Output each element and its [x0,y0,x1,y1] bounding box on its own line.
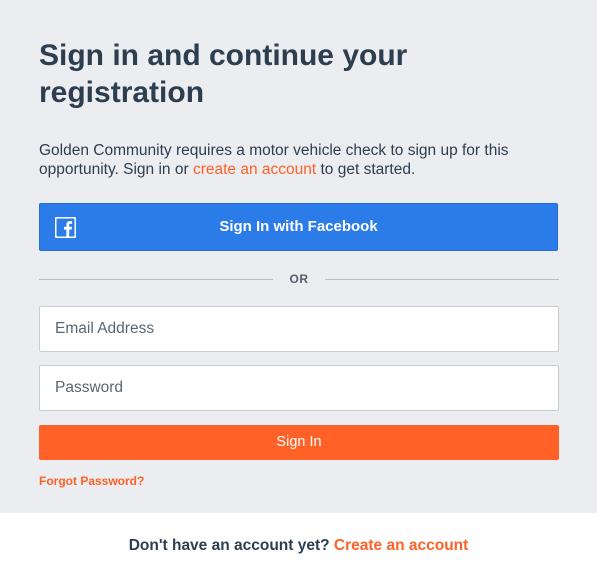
facebook-sign-in-button[interactable]: Sign In with Facebook [39,203,558,251]
sign-in-panel: Sign in and continue your registration G… [0,0,597,513]
page-title: Sign in and continue your registration [39,39,408,109]
create-account-inline-link[interactable]: create an account [193,161,316,178]
divider-line-right [325,279,559,280]
forgot-password-link[interactable]: Forgot Password? [39,474,144,488]
email-field[interactable] [39,306,559,352]
sign-in-button[interactable]: Sign In [39,425,559,460]
intro-text-after: to get started. [316,161,416,178]
password-field[interactable] [39,365,559,411]
footer-text: Don't have an account yet? Create an acc… [0,537,597,555]
facebook-button-label: Sign In with Facebook [219,218,378,235]
or-divider: OR [289,272,309,286]
intro-text: Golden Community requires a motor vehicl… [39,141,569,179]
divider-line-left [39,279,273,280]
footer: Don't have an account yet? Create an acc… [0,513,597,572]
footer-prompt: Don't have an account yet? [128,537,330,554]
create-account-footer-link[interactable]: Create an account [334,537,468,554]
